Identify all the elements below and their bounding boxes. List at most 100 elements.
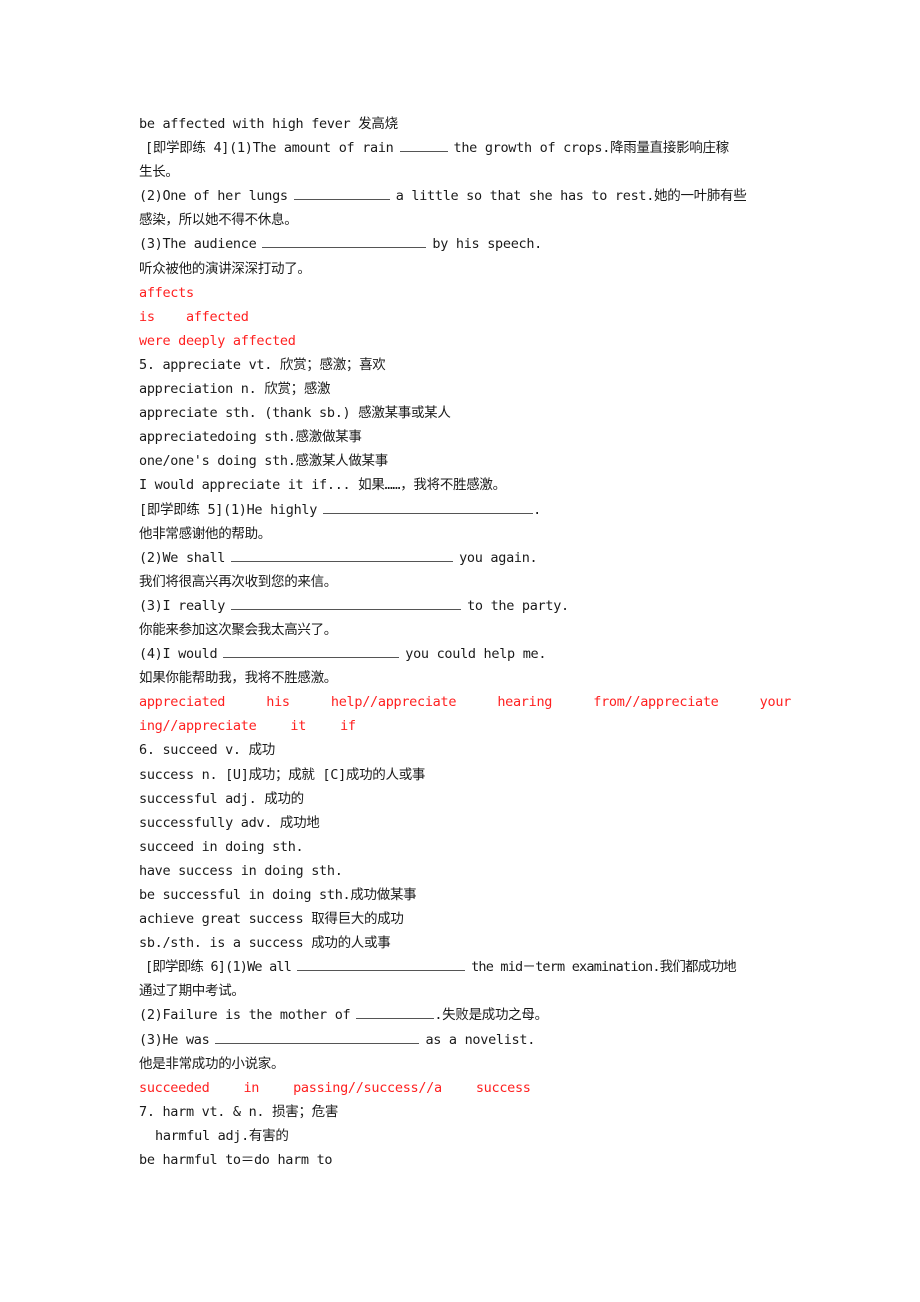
answer-blank [262,233,427,249]
vocab-text: achieve great success 取得巨大的成功 [139,911,404,928]
section-heading-succeed: 6. succeed v. 成功 [139,738,791,762]
vocab-item: successful adj. 成功的 [139,787,791,811]
answer-blank [356,1004,435,1020]
vocab-item: one/one's doing sth.感激某人做某事 [139,449,791,473]
exercise-5-q4: (4)I would you could help me. [139,642,791,666]
exercise-4-q2: (2)One of her lungs a little so that she … [139,184,791,208]
question-text: 感染，所以她不得不休息。 [139,212,298,229]
question-text: (1)We all [225,959,292,976]
question-text: you again. [459,549,538,566]
question-text: 生长。 [139,164,179,181]
answer-text: appreciated [139,694,226,711]
answer-blank [297,956,466,972]
translation-text: 他非常感谢他的帮助。 [139,525,271,542]
vocab-item: success n. [U]成功；成就 [C]成功的人或事 [139,763,791,787]
vocab-text: sb./sth. is a success 成功的人或事 [139,935,391,952]
vocab-item: succeed in doing sth. [139,835,791,859]
exercise-5-q4-cn: 如果你能帮助我，我将不胜感激。 [139,666,791,690]
vocab-item: sb./sth. is a success 成功的人或事 [139,931,791,955]
question-text: (2)One of her lungs [139,188,288,205]
question-text: by his speech. [432,236,543,253]
vocab-text: be harmful to＝do harm to [139,1152,333,1169]
exercise-5-q1: [即学即练 5](1)He highly. [139,498,791,522]
question-text: you could help me. [405,646,547,663]
answer-blank [223,643,400,659]
answer-text: passing//success//a [293,1079,442,1096]
answer-text: his [266,694,290,711]
answer-blank [215,1029,420,1044]
question-text: (2)We shall [139,549,226,566]
answer-line: ing//appreciate it if [139,714,791,738]
vocab-item: have success in doing sth. [139,859,791,883]
section-heading-harm: 7. harm vt. & n. 损害；危害 [139,1100,791,1124]
translation-text: 他是非常成功的小说家。 [139,1055,285,1072]
answer-line: is affected [139,305,791,329]
answer-text: help//appreciate [330,694,457,711]
answer-blank [231,547,454,562]
exercise-label: [即学即练 5] [139,501,224,518]
question-text: (4)I would [139,646,218,663]
vocab-item: appreciate sth. (thank sb.) 感激某事或某人 [139,401,791,425]
exercise-5-q3-cn: 你能来参加这次聚会我太高兴了。 [139,618,791,642]
vocab-item: be successful in doing sth.成功做某事 [139,883,791,907]
exercise-label: [即学即练 6] [145,959,226,976]
exercise-6-q3: (3)He was as a novelist. [139,1028,791,1052]
section-heading-appreciate: 5. appreciate vt. 欣赏；感激；喜欢 [139,353,791,377]
answer-line: affects [139,281,791,305]
vocab-item: appreciatedoing sth.感激做某事 [139,425,791,449]
answer-text: affects [139,284,194,301]
vocab-text: I would appreciate it if... 如果……，我将不胜感激。 [139,477,506,494]
answer-blank [231,595,462,610]
translation-text: 你能来参加这次聚会我太高兴了。 [139,621,337,638]
vocab-item: harmful adj.有害的 [139,1124,791,1148]
document-page: be affected with high fever 发高烧 [即学即练 4]… [139,112,791,1172]
exercise-4-q1-cont: 生长。 [139,160,791,184]
answer-text: succeeded [139,1079,210,1096]
heading-text: 7. harm vt. & n. 损害；危害 [139,1103,339,1120]
vocab-text: succeed in doing sth. [139,838,304,855]
question-text: the growth of crops.降雨量直接影响庄稼 [453,140,730,157]
exercise-label: [即学即练 4] [145,140,230,157]
question-text: (3)He was [139,1031,210,1048]
heading-text: 6. succeed v. 成功 [139,742,275,759]
answer-text: is affected [139,308,249,325]
exercise-6-q1-cont: 通过了期中考试。 [139,979,791,1003]
question-text: (2)Failure is the mother of [139,1007,351,1024]
vocab-item: appreciation n. 欣赏；感激 [139,377,791,401]
vocab-text: success n. [U]成功；成就 [C]成功的人或事 [139,766,426,783]
question-text: .失败是成功之母。 [434,1007,548,1024]
exercise-4-q2-cont: 感染，所以她不得不休息。 [139,208,791,232]
answer-text: ing//appreciate [139,718,257,735]
exercise-5-q1-cn: 他非常感谢他的帮助。 [139,522,791,546]
phrase-line: be affected with high fever 发高烧 [139,112,791,136]
translation-text: 如果你能帮助我，我将不胜感激。 [139,670,337,687]
vocab-text: appreciate sth. (thank sb.) 感激某事或某人 [139,405,451,422]
question-text: as a novelist. [425,1031,536,1048]
exercise-4-q3-cn: 听众被他的演讲深深打动了。 [139,257,791,281]
question-text: (1)He highly [223,501,318,518]
translation-text: 听众被他的演讲深深打动了。 [139,260,311,277]
answer-text: success [475,1079,531,1096]
vocab-item: I would appreciate it if... 如果……，我将不胜感激。 [139,473,791,497]
vocab-text: have success in doing sth. [139,862,343,879]
vocab-item: successfully adv. 成功地 [139,811,791,835]
vocab-text: appreciatedoing sth.感激做某事 [139,429,362,446]
question-text: a little so that she has to rest.她的一叶肺有些 [395,188,747,205]
question-text: (3)The audience [139,236,257,253]
exercise-5-q3: (3)I really to the party. [139,594,791,618]
question-text: . [533,501,541,518]
translation-text: 通过了期中考试。 [139,983,245,1000]
answer-text: were deeply affected [139,332,296,349]
answer-text: your [759,694,792,711]
answer-blank [323,499,534,514]
translation-text: 我们将很高兴再次收到您的来信。 [139,573,337,590]
answer-text: hearing [497,694,553,711]
answer-text: it [290,718,307,735]
question-text: to the party. [467,597,569,614]
vocab-text: appreciation n. 欣赏；感激 [139,381,331,398]
answer-text: in [243,1079,260,1096]
question-text: the mid－term examination.我们都成功地 [471,959,737,976]
question-text: (3)I really [139,597,226,614]
exercise-6-q2: (2)Failure is the mother of .失败是成功之母。 [139,1003,791,1027]
answer-text: if [340,718,356,735]
